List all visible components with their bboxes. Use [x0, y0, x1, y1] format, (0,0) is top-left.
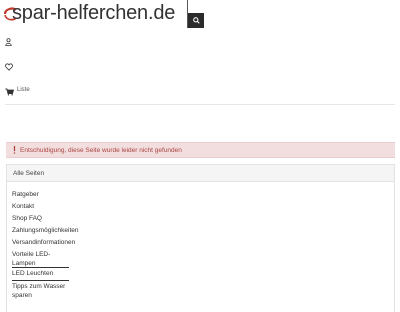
cart-icon	[5, 88, 14, 96]
alert-message: Entschuldigung, diese Seite wurde leider…	[20, 146, 182, 154]
link-ratgeber[interactable]: Ratgeber	[12, 191, 39, 199]
header-divider	[5, 104, 395, 105]
heart-icon	[5, 63, 13, 71]
user-icon	[5, 38, 12, 46]
search-button[interactable]	[188, 13, 204, 28]
all-pages-title: Alle Seiten	[13, 169, 45, 177]
link-vorteile-led-lampen[interactable]: Vorteile LED-	[12, 251, 50, 259]
all-pages-header: Alle Seiten	[6, 164, 395, 182]
error-alert: Entschuldigung, diese Seite wurde leider…	[6, 142, 395, 158]
link-zahlungsmoeglichkeiten[interactable]: Zahlungsmöglichkeiten	[12, 227, 78, 235]
account-link[interactable]	[5, 36, 17, 48]
link-tipps-wasser-sparen-line2[interactable]: sparen	[12, 292, 32, 300]
wishlist-link[interactable]	[5, 61, 17, 73]
search-icon	[192, 17, 200, 24]
link-tipps-wasser-sparen[interactable]: Tipps zum Wasser	[12, 283, 65, 291]
cart-link[interactable]	[5, 86, 17, 98]
exclamation-icon	[12, 146, 18, 154]
link-shop-faq[interactable]: Shop FAQ	[12, 215, 42, 223]
logo-text: spar-helferchen.de	[12, 2, 176, 24]
cart-label[interactable]: Liste	[17, 87, 30, 93]
link-underline	[12, 280, 69, 281]
link-led-leuchten[interactable]: LED Leuchten	[12, 270, 53, 278]
link-kontakt[interactable]: Kontakt	[12, 203, 34, 211]
link-underline	[12, 267, 69, 268]
link-versandinformationen[interactable]: Versandinformationen	[12, 239, 75, 247]
all-pages-list	[6, 182, 395, 312]
